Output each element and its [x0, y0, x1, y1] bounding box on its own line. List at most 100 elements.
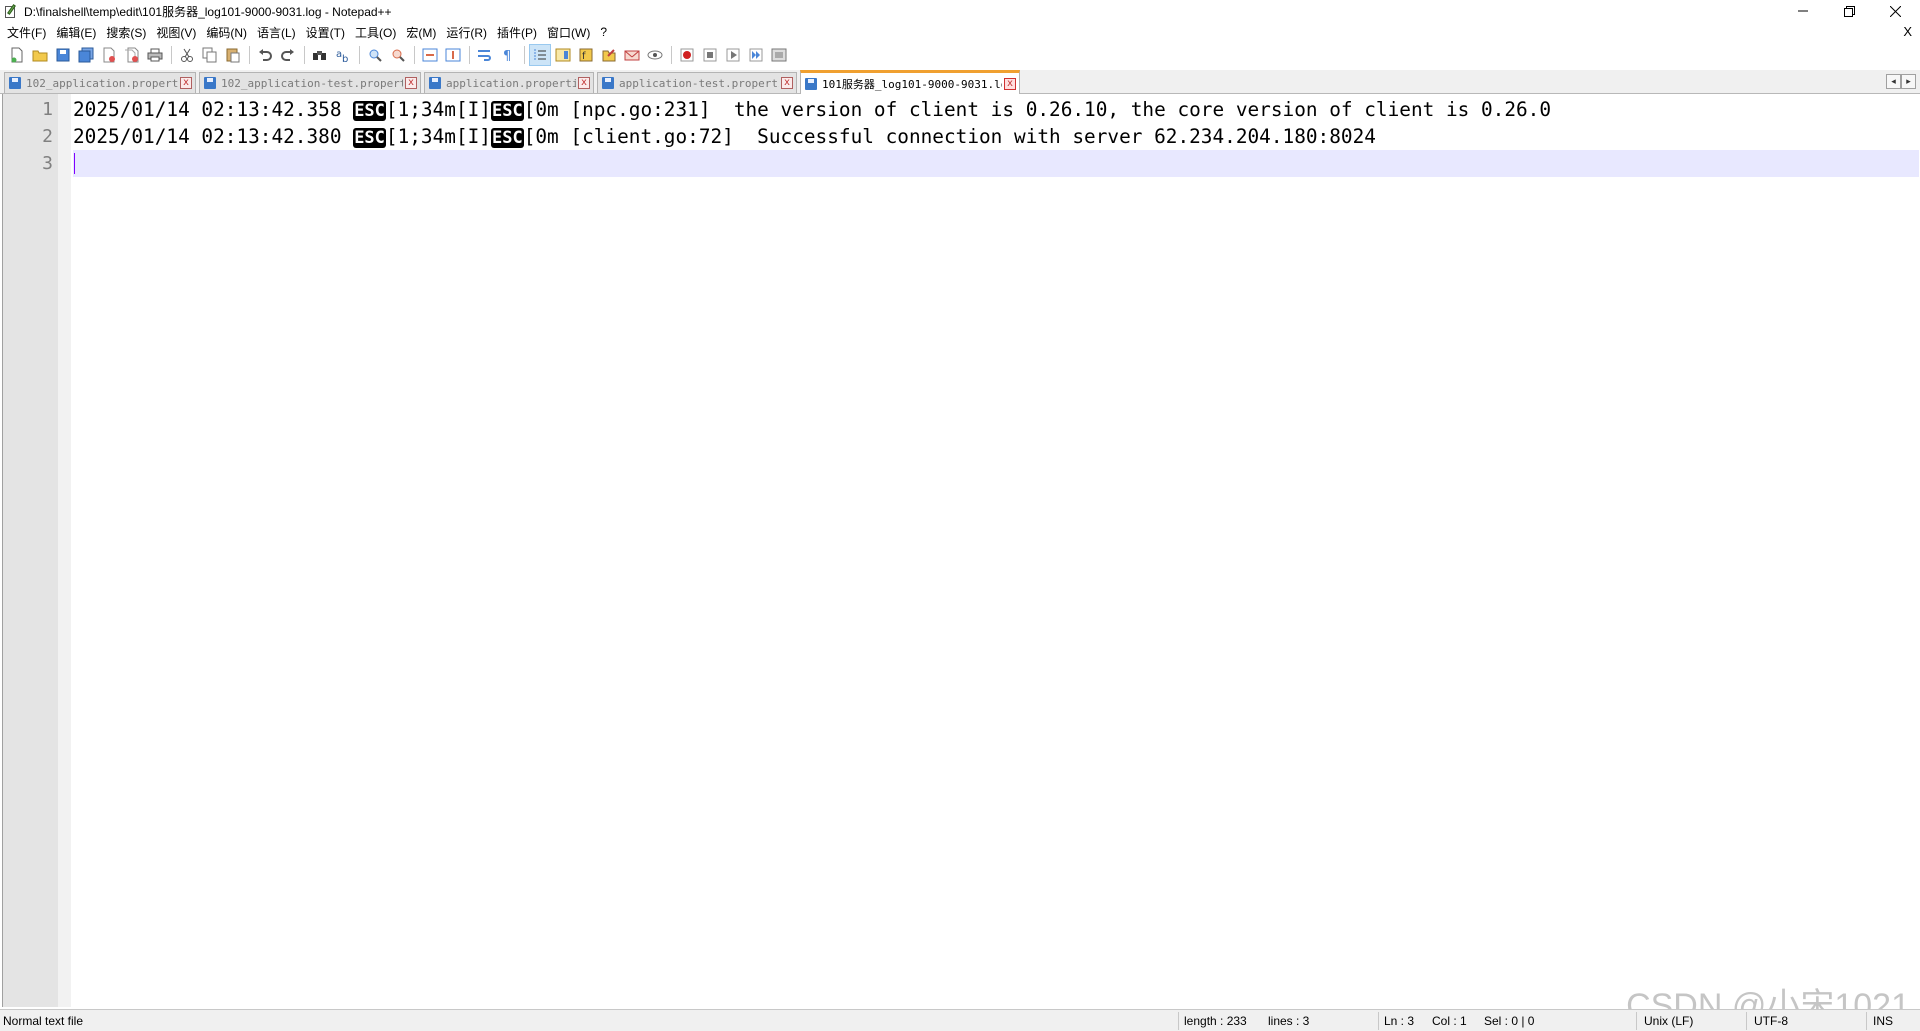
tab-scroll-right-button[interactable]: ▸ [1901, 74, 1916, 89]
esc-control-char: ESC [353, 101, 386, 121]
tab-label: 102_application-test.properties [221, 76, 403, 90]
save-macro-icon[interactable] [768, 44, 790, 66]
status-eol-format[interactable]: Unix (LF) [1644, 1010, 1693, 1031]
new-file-icon[interactable] [6, 44, 28, 66]
fold-margin[interactable] [58, 94, 71, 1007]
menu-encoding[interactable]: 编码(N) [203, 24, 254, 41]
restore-button[interactable] [1826, 0, 1872, 22]
menu-run[interactable]: 运行(R) [443, 24, 494, 41]
menu-macro[interactable]: 宏(M) [403, 24, 443, 41]
sync-horizontal-icon[interactable] [442, 44, 464, 66]
status-bar: Normal text file length : 233 lines : 3 … [0, 1009, 1920, 1031]
code-text[interactable]: 2025/01/14 02:13:42.358 ESC[1;34m[I]ESC[… [73, 94, 1919, 1007]
tab-close-icon[interactable]: x [781, 77, 793, 89]
tab-close-icon[interactable]: x [180, 77, 192, 89]
replace-icon[interactable]: ab [332, 44, 354, 66]
open-file-icon[interactable] [29, 44, 51, 66]
close-document-button[interactable]: X [1903, 24, 1912, 39]
redo-icon[interactable] [277, 44, 299, 66]
status-insert-mode[interactable]: INS [1873, 1010, 1893, 1031]
word-wrap-icon[interactable] [474, 44, 496, 66]
tab-application-properties[interactable]: application.properties x [424, 72, 594, 93]
tab-101-server-log[interactable]: 101服务器_log101-9000-9031.log x [800, 70, 1020, 94]
saved-file-icon [204, 77, 216, 89]
code-line-3-current[interactable] [73, 150, 1919, 177]
stop-record-icon[interactable] [699, 44, 721, 66]
minimize-icon [1798, 10, 1808, 12]
copy-icon[interactable] [199, 44, 221, 66]
toolbar-separator [304, 46, 305, 64]
esc-control-char: ESC [353, 128, 386, 148]
undo-icon[interactable] [254, 44, 276, 66]
menu-tools[interactable]: 工具(O) [352, 24, 403, 41]
toolbar-separator [524, 46, 525, 64]
paste-icon[interactable] [222, 44, 244, 66]
document-map-icon[interactable] [552, 44, 574, 66]
code-line-2[interactable]: 2025/01/14 02:13:42.380 ESC[1;34m[I]ESC[… [73, 123, 1919, 150]
title-bar: D:\finalshell\temp\edit\101服务器_log101-90… [0, 0, 1920, 22]
tab-application-test-properties[interactable]: application-test.properties x [597, 72, 797, 93]
function-list-icon[interactable]: f [575, 44, 597, 66]
run-macro-multiple-icon[interactable] [745, 44, 767, 66]
editor-area[interactable]: 1 2 3 2025/01/14 02:13:42.358 ESC[1;34m[… [2, 94, 1919, 1007]
status-encoding[interactable]: UTF-8 [1754, 1010, 1788, 1031]
menu-bar: 文件(F) 编辑(E) 搜索(S) 视图(V) 编码(N) 语言(L) 设置(T… [0, 22, 1920, 42]
tab-102-application-properties[interactable]: 102_application.properties x [4, 72, 196, 93]
indent-guide-icon[interactable] [529, 44, 551, 66]
menu-language[interactable]: 语言(L) [254, 24, 303, 41]
log-message: [0m [npc.go:231] the version of client i… [523, 98, 1552, 121]
menu-search[interactable]: 搜索(S) [103, 24, 153, 41]
tab-close-icon[interactable]: x [405, 77, 417, 89]
restore-icon [1843, 5, 1855, 17]
toolbar-separator [671, 46, 672, 64]
window-title: D:\finalshell\temp\edit\101服务器_log101-90… [24, 4, 392, 19]
tab-label: 101服务器_log101-9000-9031.log [822, 77, 1002, 91]
save-all-icon[interactable] [75, 44, 97, 66]
monitoring-icon[interactable] [621, 44, 643, 66]
zoom-out-icon[interactable] [387, 44, 409, 66]
close-icon[interactable] [98, 44, 120, 66]
record-macro-icon[interactable] [676, 44, 698, 66]
menu-plugins[interactable]: 插件(P) [494, 24, 544, 41]
save-icon[interactable] [52, 44, 74, 66]
find-icon[interactable] [309, 44, 331, 66]
menu-view[interactable]: 视图(V) [153, 24, 203, 41]
menu-help[interactable]: ? [597, 25, 614, 39]
print-icon[interactable] [144, 44, 166, 66]
tab-label: 102_application.properties [26, 76, 178, 90]
log-prefix: 2025/01/14 02:13:42.380 [73, 125, 354, 148]
eye-icon[interactable] [644, 44, 666, 66]
status-ln[interactable]: Ln : 3 [1384, 1010, 1414, 1031]
zoom-in-icon[interactable] [364, 44, 386, 66]
minimize-button[interactable] [1780, 0, 1826, 22]
svg-text:f: f [582, 51, 586, 62]
status-sel[interactable]: Sel : 0 | 0 [1484, 1010, 1534, 1031]
toolbar-separator [359, 46, 360, 64]
status-divider [1178, 1012, 1179, 1030]
sync-vertical-icon[interactable] [419, 44, 441, 66]
tab-close-icon[interactable]: x [578, 77, 590, 89]
status-col[interactable]: Col : 1 [1432, 1010, 1467, 1031]
text-caret [74, 153, 75, 174]
ansi-code: [1;34m[I] [385, 125, 491, 148]
close-window-button[interactable] [1872, 0, 1918, 22]
menu-window[interactable]: 窗口(W) [544, 24, 597, 41]
play-macro-icon[interactable] [722, 44, 744, 66]
code-line-1[interactable]: 2025/01/14 02:13:42.358 ESC[1;34m[I]ESC[… [73, 96, 1919, 123]
svg-text:b: b [342, 54, 348, 63]
tab-scroll-left-button[interactable]: ◂ [1886, 74, 1901, 89]
tab-close-icon[interactable]: x [1004, 77, 1016, 90]
tab-102-application-test-properties[interactable]: 102_application-test.properties x [199, 72, 421, 93]
menu-settings[interactable]: 设置(T) [303, 24, 352, 41]
toolbar-separator [414, 46, 415, 64]
menu-file[interactable]: 文件(F) [4, 24, 53, 41]
line-number: 1 [42, 99, 53, 120]
menu-edit[interactable]: 编辑(E) [53, 24, 103, 41]
folder-workspace-icon[interactable] [598, 44, 620, 66]
toolbar-separator [249, 46, 250, 64]
close-icon [1889, 5, 1901, 17]
show-all-chars-icon[interactable]: ¶ [497, 44, 519, 66]
notepadpp-app-icon [4, 4, 18, 18]
cut-icon[interactable] [176, 44, 198, 66]
close-all-icon[interactable] [121, 44, 143, 66]
